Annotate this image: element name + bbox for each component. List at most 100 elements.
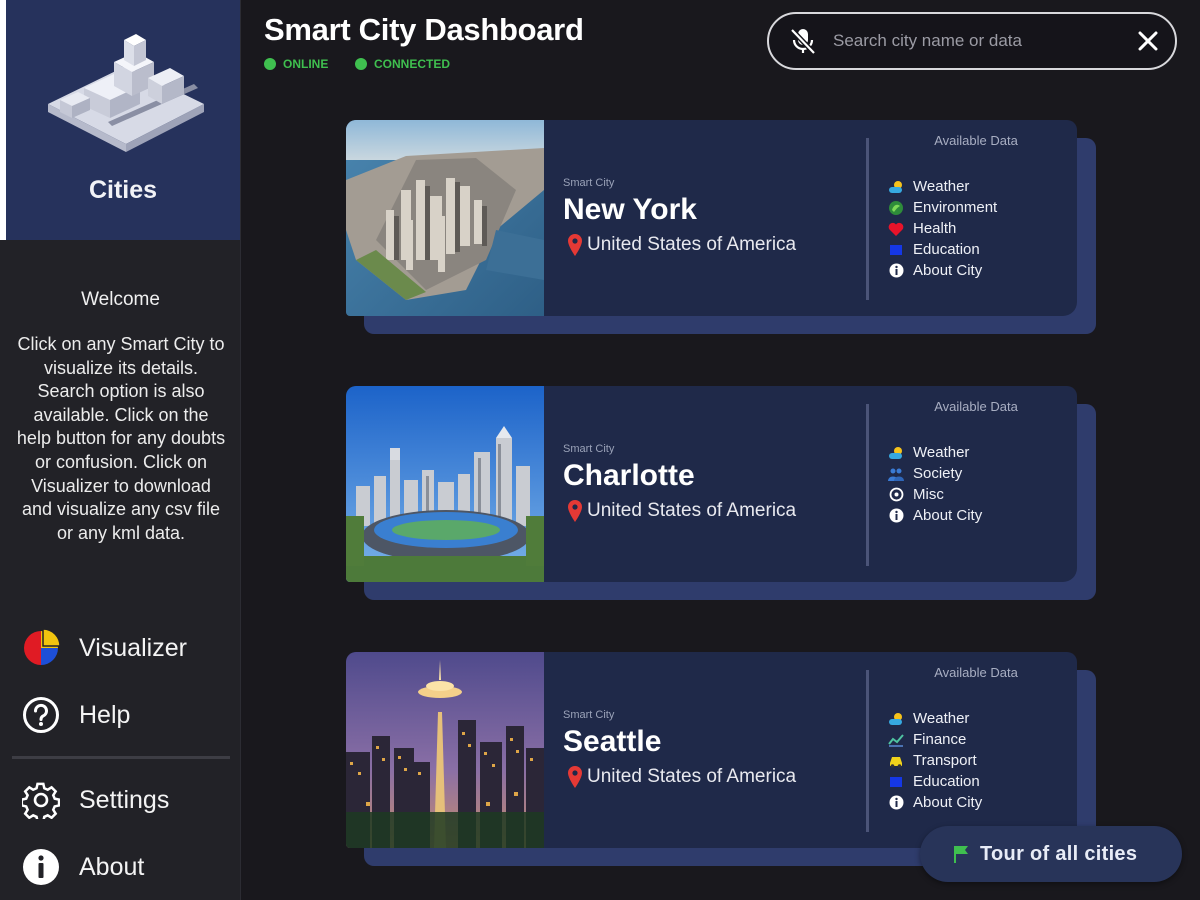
city-location: United States of America	[568, 766, 796, 788]
data-item-label: Weather	[913, 444, 970, 461]
card-subtitle: Smart City	[563, 709, 615, 721]
visualizer-label: Visualizer	[79, 633, 187, 662]
data-item-health[interactable]: Health	[888, 218, 997, 239]
data-item-label: Weather	[913, 178, 970, 195]
data-item-about-city[interactable]: About City	[888, 260, 997, 281]
data-item-label: Society	[913, 465, 963, 482]
data-item-weather[interactable]: Weather	[888, 708, 982, 729]
page-title: Smart City Dashboard	[264, 12, 584, 47]
data-item-finance[interactable]: Finance	[888, 729, 982, 750]
available-data-title: Available Data	[934, 133, 1018, 148]
card-divider	[866, 670, 869, 832]
tour-label: Tour of all cities	[980, 842, 1138, 865]
info-icon	[888, 508, 904, 524]
card-subtitle: Smart City	[563, 443, 615, 455]
settings-button[interactable]: Settings	[20, 778, 169, 822]
cities-label: Cities	[88, 176, 158, 204]
city-card[interactable]: Smart City Seattle United States of Amer…	[346, 652, 1077, 848]
cities-nav-tile[interactable]: Cities	[6, 0, 240, 240]
pie-chart-icon	[20, 627, 62, 669]
search-input[interactable]	[833, 31, 1123, 51]
data-item-label: Education	[913, 773, 980, 790]
card-divider	[866, 404, 869, 566]
help-label: Help	[79, 700, 131, 729]
mic-off-icon[interactable]	[787, 25, 819, 57]
charlotte-photo	[346, 386, 544, 582]
city-card[interactable]: Smart City New York United States of Ame…	[346, 120, 1077, 316]
finance-icon	[888, 732, 904, 748]
card-divider	[866, 138, 869, 300]
data-item-weather[interactable]: Weather	[888, 176, 997, 197]
city-name: Seattle	[563, 725, 662, 758]
education-icon	[888, 774, 904, 790]
available-data-list: Weather Society Misc About City	[888, 442, 982, 526]
help-icon	[20, 694, 62, 736]
city-name: Charlotte	[563, 459, 695, 492]
city-card[interactable]: Smart City Charlotte United States of Am…	[346, 386, 1077, 582]
online-status: ONLINE	[264, 57, 328, 71]
city-country: United States of America	[587, 234, 797, 255]
misc-icon	[888, 487, 904, 503]
weather-icon	[888, 445, 904, 461]
data-item-label: About City	[913, 507, 983, 524]
search-bar	[767, 12, 1177, 70]
data-item-label: Misc	[913, 486, 944, 503]
city-country: United States of America	[587, 766, 797, 787]
society-icon	[888, 466, 904, 482]
info-icon	[888, 795, 904, 811]
data-item-transport[interactable]: Transport	[888, 750, 982, 771]
available-data-title: Available Data	[934, 665, 1018, 680]
settings-label: Settings	[79, 785, 170, 814]
welcome-text: Click on any Smart City to visualize its…	[16, 334, 226, 543]
city-name: New York	[563, 193, 697, 226]
data-item-about-city[interactable]: About City	[888, 792, 982, 813]
data-item-label: About City	[913, 262, 983, 279]
data-item-label: Weather	[913, 710, 970, 727]
new-york-photo	[346, 120, 544, 316]
transport-icon	[888, 753, 904, 769]
help-button[interactable]: Help	[20, 693, 130, 737]
location-pin-icon	[568, 234, 582, 256]
info-icon	[888, 263, 904, 279]
online-status-label: ONLINE	[283, 57, 329, 71]
city-model-icon	[48, 34, 204, 152]
city-country: United States of America	[587, 500, 797, 521]
weather-icon	[888, 711, 904, 727]
flag-icon	[954, 846, 968, 863]
data-item-label: Environment	[913, 199, 998, 216]
location-pin-icon	[568, 500, 582, 522]
weather-icon	[888, 179, 904, 195]
data-item-label: Health	[913, 220, 957, 237]
data-item-label: Finance	[913, 731, 967, 748]
available-data-list: Weather Environment Health Education Abo…	[888, 176, 997, 281]
connected-status: CONNECTED	[355, 57, 450, 71]
data-item-label: Education	[913, 241, 980, 258]
about-button[interactable]: About	[20, 845, 144, 889]
connected-status-label: CONNECTED	[374, 57, 451, 71]
card-subtitle: Smart City	[563, 177, 615, 189]
close-icon[interactable]	[1135, 28, 1161, 54]
data-item-weather[interactable]: Weather	[888, 442, 982, 463]
tour-button[interactable]: Tour of all cities	[920, 826, 1182, 882]
about-label: About	[79, 852, 145, 881]
data-item-about-city[interactable]: About City	[888, 505, 982, 526]
nav-divider	[12, 756, 230, 759]
location-pin-icon	[568, 766, 582, 788]
data-item-environment[interactable]: Environment	[888, 197, 997, 218]
seattle-photo	[346, 652, 544, 848]
data-item-label: About City	[913, 794, 983, 811]
data-item-education[interactable]: Education	[888, 239, 997, 260]
city-card-new-york: Smart City New York United States of Ame…	[346, 120, 1096, 334]
sidebar: Cities Welcome Click on any Smart City t…	[0, 0, 241, 900]
environment-icon	[888, 200, 904, 216]
city-location: United States of America	[568, 234, 796, 256]
welcome-title: Welcome	[81, 289, 160, 310]
city-card-charlotte: Smart City Charlotte United States of Am…	[346, 386, 1096, 600]
available-data-title: Available Data	[934, 399, 1018, 414]
data-item-education[interactable]: Education	[888, 771, 982, 792]
data-item-misc[interactable]: Misc	[888, 484, 982, 505]
info-icon	[20, 846, 62, 888]
data-item-society[interactable]: Society	[888, 463, 982, 484]
online-dot	[264, 58, 276, 70]
visualizer-button[interactable]: Visualizer	[20, 626, 187, 670]
